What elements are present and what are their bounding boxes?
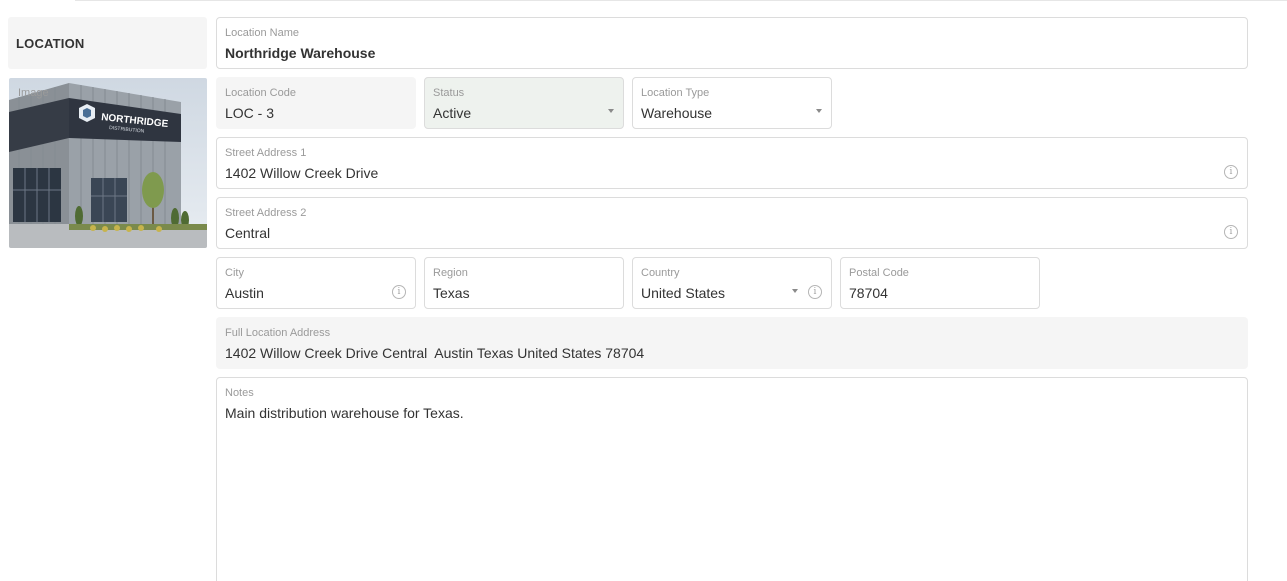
city-label: City <box>225 267 244 279</box>
info-icon[interactable]: i <box>1224 225 1238 239</box>
caret-down-icon[interactable] <box>608 109 614 113</box>
location-code-field: Location Code LOC - 3 <box>216 77 416 129</box>
location-type-label: Location Type <box>641 87 710 99</box>
postal-code-value: 78704 <box>849 285 888 301</box>
warehouse-photo: NORTHRIDGE DISTRIBUTION <box>9 78 207 248</box>
notes-label: Notes <box>225 387 254 399</box>
full-address-label: Full Location Address <box>225 327 331 339</box>
country-label: Country <box>641 267 680 279</box>
notes-value: Main distribution warehouse for Texas. <box>225 405 464 421</box>
street-address-1-label: Street Address 1 <box>225 147 307 159</box>
country-select[interactable]: Country United States i <box>632 257 832 309</box>
status-value: Active <box>433 105 472 121</box>
location-type-select[interactable]: Location Type Warehouse <box>632 77 832 129</box>
full-address-field: Full Location Address 1402 Willow Creek … <box>216 317 1248 369</box>
region-value: Texas <box>433 285 470 301</box>
postal-code-field[interactable]: Postal Code 78704 <box>840 257 1040 309</box>
section-title: LOCATION <box>8 17 207 69</box>
status-select[interactable]: Status Active <box>424 77 624 129</box>
country-value: United States <box>641 285 726 301</box>
location-name-value: Northridge Warehouse <box>225 45 376 61</box>
top-divider <box>75 0 1287 1</box>
status-label: Status <box>433 87 465 99</box>
street-address-1-field[interactable]: Street Address 1 1402 Willow Creek Drive… <box>216 137 1248 189</box>
city-field[interactable]: City Austin i <box>216 257 416 309</box>
location-name-field[interactable]: Location Name Northridge Warehouse <box>216 17 1248 69</box>
caret-down-icon[interactable] <box>792 289 798 293</box>
city-value: Austin <box>225 285 264 301</box>
postal-code-label: Postal Code <box>849 267 909 279</box>
location-type-value: Warehouse <box>641 105 713 121</box>
full-address-value: 1402 Willow Creek Drive Central Austin T… <box>225 345 645 361</box>
street-address-2-label: Street Address 2 <box>225 207 307 219</box>
image-label: Image <box>18 87 49 99</box>
location-name-label: Location Name <box>225 27 299 39</box>
info-icon[interactable]: i <box>808 285 822 299</box>
caret-down-icon[interactable] <box>816 109 822 113</box>
location-code-value: LOC - 3 <box>225 105 275 121</box>
region-field[interactable]: Region Texas <box>424 257 624 309</box>
street-address-1-value: 1402 Willow Creek Drive <box>225 165 379 181</box>
region-label: Region <box>433 267 468 279</box>
location-image[interactable]: NORTHRIDGE DISTRIBUTION Image <box>9 78 207 248</box>
notes-textarea[interactable]: Notes Main distribution warehouse for Te… <box>216 377 1248 581</box>
info-icon[interactable]: i <box>392 285 406 299</box>
street-address-2-field[interactable]: Street Address 2 Central i <box>216 197 1248 249</box>
info-icon[interactable]: i <box>1224 165 1238 179</box>
location-code-label: Location Code <box>225 87 296 99</box>
street-address-2-value: Central <box>225 225 271 241</box>
